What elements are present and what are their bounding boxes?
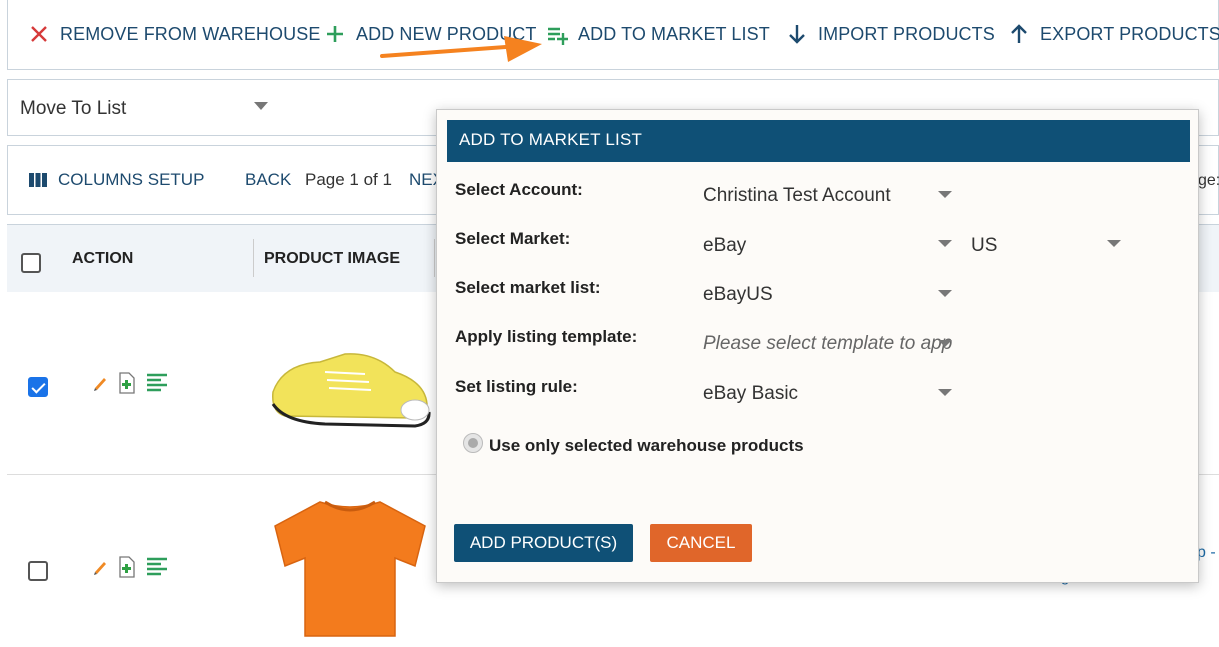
column-divider (434, 239, 435, 277)
cancel-button[interactable]: CANCEL (650, 524, 752, 562)
columns-setup-label: COLUMNS SETUP (58, 170, 205, 189)
select-market-dropdown[interactable]: eBay (703, 235, 746, 257)
select-all-checkbox[interactable] (21, 253, 41, 273)
chevron-down-icon[interactable] (938, 290, 952, 297)
toolbar: REMOVE FROM WAREHOUSE ADD NEW PRODUCT AD… (7, 0, 1219, 70)
row-checkbox[interactable] (28, 377, 48, 397)
row-actions (92, 556, 178, 578)
product-title-link[interactable]: p - (1197, 544, 1216, 562)
annotation-arrow-icon (380, 36, 542, 62)
chevron-down-icon[interactable] (938, 389, 952, 396)
move-to-list-select[interactable]: Move To List (20, 98, 126, 120)
chevron-down-icon[interactable] (938, 240, 952, 247)
list-details-icon[interactable] (146, 557, 168, 577)
listing-template-dropdown[interactable]: Please select template to app (703, 333, 952, 355)
chevron-down-icon[interactable] (938, 340, 952, 347)
column-header-action: ACTION (72, 250, 134, 267)
select-market-label: Select Market: (455, 229, 571, 248)
apply-listing-template-label: Apply listing template: (455, 327, 638, 346)
columns-icon (29, 173, 47, 187)
add-to-market-list-label: ADD TO MARKET LIST (578, 23, 770, 44)
close-icon (31, 26, 47, 42)
page-info: Page 1 of 1 (305, 170, 392, 189)
page-size-label: ge: (1198, 172, 1219, 189)
set-listing-rule-label: Set listing rule: (455, 377, 578, 396)
export-products-button[interactable]: EXPORT PRODUCTS (1008, 22, 1219, 46)
add-to-market-list-button[interactable]: ADD TO MARKET LIST (546, 22, 770, 46)
dialog-title: ADD TO MARKET LIST (447, 120, 1190, 162)
select-market-list-label: Select market list: (455, 278, 601, 297)
select-account-label: Select Account: (455, 180, 583, 199)
chevron-down-icon[interactable] (1107, 240, 1121, 247)
add-document-icon[interactable] (118, 372, 136, 394)
columns-setup-button[interactable]: COLUMNS SETUP (28, 170, 204, 190)
use-selected-products-label: Use only selected warehouse products (489, 436, 804, 455)
column-header-product-image: PRODUCT IMAGE (264, 250, 400, 267)
arrow-up-icon (1011, 24, 1027, 43)
list-details-icon[interactable] (146, 373, 168, 393)
edit-pencil-icon[interactable] (92, 374, 108, 392)
column-divider (253, 239, 254, 277)
add-document-icon[interactable] (118, 556, 136, 578)
arrow-down-icon (789, 25, 805, 44)
plus-icon (327, 26, 343, 42)
row-checkbox[interactable] (28, 561, 48, 581)
select-account-dropdown[interactable]: Christina Test Account (703, 185, 891, 207)
import-products-label: IMPORT PRODUCTS (818, 23, 995, 44)
remove-from-warehouse-button[interactable]: REMOVE FROM WAREHOUSE (28, 22, 320, 46)
import-products-button[interactable]: IMPORT PRODUCTS (786, 22, 995, 46)
select-market-site-dropdown[interactable]: US (971, 235, 997, 257)
product-image-orange-tshirt (274, 500, 426, 637)
use-selected-products-radio[interactable] (463, 433, 483, 453)
back-button[interactable]: BACK (245, 170, 291, 190)
remove-from-warehouse-label: REMOVE FROM WAREHOUSE (60, 23, 321, 44)
row-actions (92, 372, 178, 394)
chevron-down-icon[interactable] (254, 102, 268, 110)
select-market-list-dropdown[interactable]: eBayUS (703, 284, 773, 306)
chevron-down-icon[interactable] (938, 191, 952, 198)
add-to-market-list-dialog: ADD TO MARKET LIST Select Account: Chris… (436, 109, 1199, 583)
add-products-button[interactable]: ADD PRODUCT(S) (454, 524, 633, 562)
edit-pencil-icon[interactable] (92, 558, 108, 576)
playlist-add-icon (548, 27, 568, 45)
listing-rule-dropdown[interactable]: eBay Basic (703, 383, 798, 405)
export-products-label: EXPORT PRODUCTS (1040, 23, 1219, 44)
product-image-yellow-sneakers (271, 353, 431, 428)
